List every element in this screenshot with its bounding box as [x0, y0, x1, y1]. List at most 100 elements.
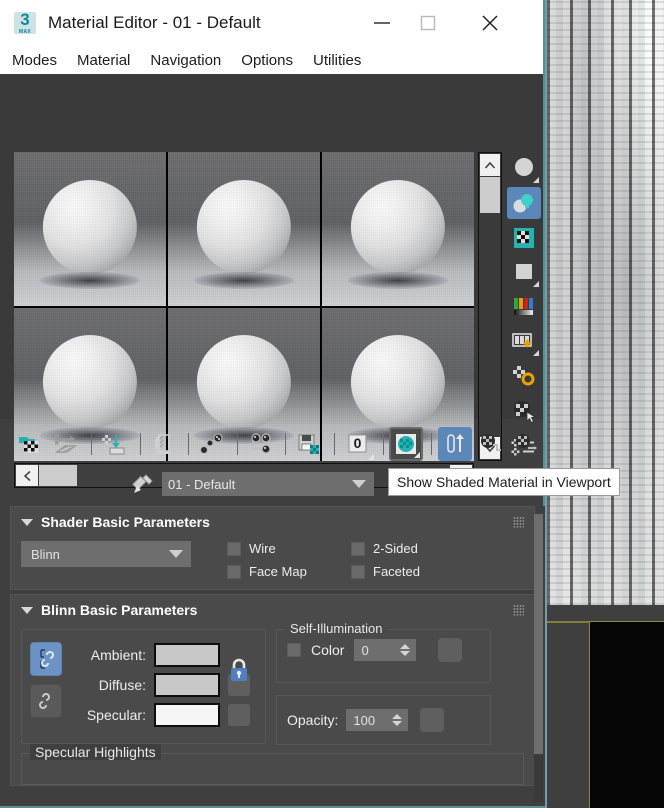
- ambient-color-swatch[interactable]: [154, 643, 220, 667]
- assign-material-to-selection-icon[interactable]: [98, 427, 132, 461]
- shader-options-group: Wire 2-Sided Face Map Faceted: [227, 541, 471, 579]
- background-checker-icon[interactable]: [507, 221, 541, 254]
- rollout-panel[interactable]: Shader Basic Parameters Blinn Wire 2-Sid…: [0, 506, 545, 806]
- lock-icon[interactable]: [225, 654, 253, 686]
- make-unique-icon[interactable]: [244, 427, 278, 461]
- material-name-value: 01 - Default: [168, 476, 236, 492]
- specular-label: Specular:: [86, 707, 146, 723]
- go-forward-to-sibling-icon[interactable]: [509, 427, 543, 461]
- show-end-result-icon[interactable]: [438, 427, 472, 461]
- viewport-texture-noise: [547, 0, 664, 605]
- sample-slot-2[interactable]: [168, 152, 320, 306]
- blinn-basic-parameters-rollout: Blinn Basic Parameters Ambient: Diffuse:…: [10, 594, 535, 786]
- face-map-checkbox[interactable]: Face Map: [227, 564, 347, 579]
- material-effects-channel-icon[interactable]: 0: [341, 427, 375, 461]
- sample-slots-grid: [14, 152, 474, 461]
- opacity-spinner[interactable]: 100: [346, 709, 409, 731]
- toolbar-separator: [188, 433, 190, 455]
- close-button[interactable]: [467, 0, 513, 46]
- self-illumination-value: 0: [361, 642, 369, 658]
- blinn-rollout-header[interactable]: Blinn Basic Parameters: [11, 595, 534, 625]
- pick-material-from-object-icon[interactable]: [130, 471, 156, 497]
- chevron-down-icon: [21, 606, 33, 614]
- wire-checkbox[interactable]: Wire: [227, 541, 347, 556]
- scroll-up-arrow-icon[interactable]: [480, 154, 500, 176]
- go-to-parent-icon[interactable]: [474, 427, 508, 461]
- flyout-corner-icon: [533, 280, 539, 287]
- title-bar: 3 MAX Material Editor - 01 - Default: [0, 0, 543, 46]
- rollout-grip-icon: [513, 516, 524, 528]
- maximize-button[interactable]: [405, 0, 451, 46]
- minimize-button[interactable]: [359, 0, 405, 46]
- sample-slot-3[interactable]: [322, 152, 474, 306]
- viewport-black-area: [589, 621, 664, 808]
- put-to-library-icon[interactable]: [292, 427, 326, 461]
- menu-item-material[interactable]: Material: [77, 52, 130, 69]
- opacity-value: 100: [353, 712, 376, 728]
- rollout-scroll-thumb[interactable]: [534, 514, 543, 754]
- toolbar-separator: [236, 433, 238, 455]
- video-color-check-icon[interactable]: [507, 291, 541, 324]
- slots-vertical-scroll-thumb[interactable]: [480, 177, 500, 213]
- self-illumination-color-checkbox[interactable]: [287, 643, 301, 657]
- opacity-map-button[interactable]: [420, 708, 445, 732]
- lock-ambient-diffuse-icon[interactable]: [30, 642, 62, 676]
- sample-type-icon[interactable]: [507, 152, 541, 185]
- face-map-label: Face Map: [249, 564, 307, 579]
- slots-vertical-scrollbar[interactable]: [478, 152, 502, 461]
- rollout-grip-icon: [513, 604, 524, 616]
- faceted-checkbox[interactable]: Faceted: [351, 564, 471, 579]
- toolbar-separator: [139, 433, 141, 455]
- specular-color-swatch[interactable]: [154, 703, 220, 727]
- shader-type-dropdown[interactable]: Blinn: [21, 541, 191, 567]
- spinner-arrows-icon[interactable]: [400, 644, 411, 656]
- rollout-vertical-scrollbar[interactable]: [534, 514, 543, 802]
- specular-map-button[interactable]: [228, 704, 250, 726]
- opacity-group: Opacity: 100: [276, 695, 491, 745]
- toolbar-separator: [431, 433, 433, 455]
- menu-item-options[interactable]: Options: [241, 52, 293, 69]
- illumination-opacity-column: Self-Illumination Color 0 Opacity: 100: [276, 621, 491, 745]
- toolbar-separator: [285, 433, 287, 455]
- self-illumination-map-button[interactable]: [438, 638, 463, 662]
- lock-diffuse-specular-icon[interactable]: [30, 684, 62, 718]
- self-illumination-row: Color 0: [287, 638, 480, 662]
- sample-uv-tiling-icon[interactable]: [507, 256, 541, 289]
- two-sided-checkbox[interactable]: 2-Sided: [351, 541, 471, 556]
- backlight-icon[interactable]: [507, 186, 541, 220]
- two-sided-label: 2-Sided: [373, 541, 418, 556]
- wire-label: Wire: [249, 541, 276, 556]
- checkbox-box: [227, 541, 241, 556]
- menu-item-modes[interactable]: Modes: [12, 52, 57, 69]
- menu-item-utilities[interactable]: Utilities: [313, 52, 361, 69]
- sample-slot-1[interactable]: [14, 152, 166, 306]
- self-illumination-spinner[interactable]: 0: [354, 639, 417, 661]
- svg-text:0: 0: [353, 435, 361, 451]
- put-material-to-scene-icon[interactable]: [50, 427, 84, 461]
- app-icon-glyph: 3: [20, 10, 30, 29]
- blinn-rollout-title: Blinn Basic Parameters: [41, 602, 198, 618]
- color-parameters-group: Ambient: Diffuse: Specular:: [21, 629, 266, 744]
- spinner-arrows-icon[interactable]: [392, 714, 403, 726]
- flyout-corner-icon: [533, 350, 539, 357]
- show-shaded-material-in-viewport-icon[interactable]: [389, 427, 424, 461]
- toolbar-separator: [333, 433, 335, 455]
- tooltip: Show Shaded Material in Viewport: [388, 468, 620, 496]
- options-gear-icon[interactable]: [507, 360, 541, 393]
- blinn-rollout-body: Ambient: Diffuse: Specular: Self-Illumin…: [11, 621, 534, 753]
- chevron-down-icon: [21, 518, 33, 526]
- self-illumination-group: Self-Illumination Color 0: [276, 621, 491, 683]
- opacity-label: Opacity:: [287, 712, 339, 728]
- reset-map-material-icon[interactable]: [147, 427, 181, 461]
- make-preview-icon[interactable]: [507, 325, 541, 358]
- shader-rollout-header[interactable]: Shader Basic Parameters: [11, 507, 534, 537]
- menu-item-navigation[interactable]: Navigation: [150, 52, 221, 69]
- diffuse-color-swatch[interactable]: [154, 673, 220, 697]
- material-name-dropdown[interactable]: 01 - Default: [162, 472, 374, 496]
- get-material-icon[interactable]: [14, 427, 48, 461]
- checkbox-box: [227, 564, 241, 579]
- specular-highlights-group: Specular Highlights: [21, 744, 524, 785]
- lock-column: [30, 642, 64, 718]
- make-material-copy-icon[interactable]: [195, 427, 229, 461]
- ambient-label: Ambient:: [90, 647, 146, 663]
